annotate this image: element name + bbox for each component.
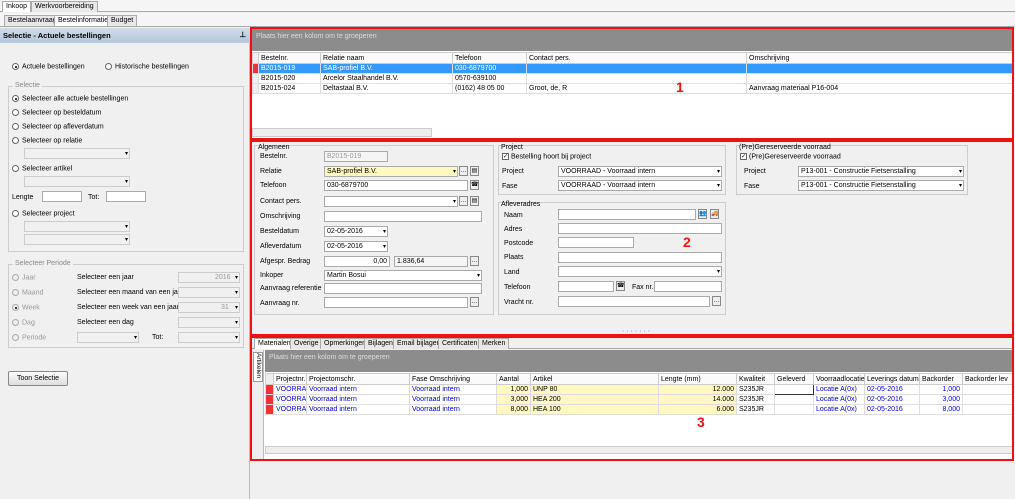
selection-panel: Selectie - Actuele bestellingen ⊥ Actuel… bbox=[0, 28, 250, 499]
dag-desc: Selecteer een dag bbox=[77, 319, 134, 326]
dag-combo[interactable]: ▾ bbox=[178, 317, 240, 328]
radio-off-icon bbox=[12, 210, 19, 217]
chevron-down-icon: ▾ bbox=[234, 275, 238, 281]
lengte-label: Lengte bbox=[12, 194, 34, 201]
radio-off-icon bbox=[12, 137, 19, 144]
tab-budget[interactable]: Budget bbox=[107, 15, 138, 26]
toon-selectie-button[interactable]: Toon Selectie bbox=[8, 371, 68, 386]
radio-on-icon bbox=[12, 304, 19, 311]
chevron-down-icon: ▾ bbox=[124, 237, 128, 243]
radio-on-icon bbox=[12, 95, 19, 102]
radio-off-icon bbox=[105, 63, 112, 70]
periode-group-title: Selecteer Periode bbox=[13, 260, 73, 267]
radio-sel-afleverdatum[interactable]: Selecteer op afleverdatum bbox=[12, 123, 104, 130]
chevron-down-icon: ▾ bbox=[234, 335, 238, 341]
tab-inkoop[interactable]: Inkoop bbox=[2, 1, 32, 12]
radio-on-icon bbox=[12, 63, 19, 70]
radio-off-icon bbox=[12, 109, 19, 116]
fase-combo[interactable]: ▾ bbox=[24, 234, 130, 245]
selectie-group-title: Selectie bbox=[13, 82, 42, 89]
week-label: Week bbox=[22, 304, 40, 312]
jaar-combo[interactable]: 2016 ▾ bbox=[178, 272, 240, 283]
periode-tot-label: Tot: bbox=[152, 334, 164, 341]
radio-sel-artikel[interactable]: Selecteer artikel bbox=[12, 165, 72, 172]
tab-bestelaanvraag[interactable]: Bestelaanvraag bbox=[4, 15, 61, 26]
sel-relatie-label: Selecteer op relatie bbox=[22, 137, 83, 145]
radio-off-icon bbox=[12, 334, 19, 341]
radio-off-icon bbox=[12, 274, 19, 281]
chevron-down-icon: ▾ bbox=[234, 290, 238, 296]
periode-to-combo[interactable]: ▾ bbox=[178, 332, 240, 343]
sel-besteldatum-label: Selecteer op besteldatum bbox=[22, 109, 102, 117]
radio-off-icon bbox=[12, 123, 19, 130]
tot-label: Tot: bbox=[88, 194, 100, 201]
maand-combo[interactable]: ▾ bbox=[178, 287, 240, 298]
selection-panel-title: Selectie - Actuele bestellingen bbox=[3, 31, 111, 40]
chevron-down-icon: ▾ bbox=[234, 320, 238, 326]
periode-from-combo[interactable]: ▾ bbox=[77, 332, 139, 343]
tab-werkvoorbereiding[interactable]: Werkvoorbereiding bbox=[31, 1, 98, 12]
chevron-down-icon: ▾ bbox=[124, 151, 128, 157]
chevron-down-icon: ▾ bbox=[234, 305, 238, 311]
artikel-combo[interactable]: ▾ bbox=[24, 176, 130, 187]
radio-dag[interactable]: Dag bbox=[12, 319, 35, 326]
highlight-box-3 bbox=[250, 336, 1014, 461]
radio-periode[interactable]: Periode bbox=[12, 334, 46, 341]
highlight-box-2 bbox=[250, 140, 1014, 336]
radio-jaar[interactable]: Jaar bbox=[12, 274, 36, 281]
jaar-desc: Selecteer een jaar bbox=[77, 274, 134, 281]
week-combo[interactable]: 31 ▾ bbox=[178, 302, 240, 313]
lengte-from-input[interactable] bbox=[42, 191, 82, 202]
periode-label: Periode bbox=[22, 334, 47, 342]
radio-off-icon bbox=[12, 165, 19, 172]
dag-label: Dag bbox=[22, 319, 35, 327]
radio-actuele-label: Actuele bestellingen bbox=[22, 63, 85, 71]
maand-desc: Selecteer een maand van een jaar bbox=[77, 289, 185, 296]
sel-afleverdatum-label: Selecteer op afleverdatum bbox=[22, 123, 104, 131]
chevron-down-icon: ▾ bbox=[124, 179, 128, 185]
pin-icon[interactable]: ⊥ bbox=[239, 30, 246, 39]
jaar-label: Jaar bbox=[22, 274, 36, 282]
radio-actuele[interactable]: Actuele bestellingen bbox=[12, 63, 85, 70]
week-desc: Selecteer een week van een jaar bbox=[77, 304, 179, 311]
lengte-to-input[interactable] bbox=[106, 191, 146, 202]
radio-sel-relatie[interactable]: Selecteer op relatie bbox=[12, 137, 82, 144]
chevron-down-icon: ▾ bbox=[124, 224, 128, 230]
radio-off-icon bbox=[12, 289, 19, 296]
project-combo[interactable]: ▾ bbox=[24, 221, 130, 232]
radio-sel-alle[interactable]: Selecteer alle actuele bestellingen bbox=[12, 95, 128, 102]
selection-panel-header: Selectie - Actuele bestellingen ⊥ bbox=[0, 28, 250, 43]
main-tabstrip: Inkoop Werkvoorbereiding bbox=[0, 0, 1015, 12]
sel-project-label: Selecteer project bbox=[22, 210, 75, 218]
radio-maand[interactable]: Maand bbox=[12, 289, 43, 296]
sel-artikel-label: Selecteer artikel bbox=[22, 165, 73, 173]
radio-historische[interactable]: Historische bestellingen bbox=[105, 63, 189, 70]
chevron-down-icon: ▾ bbox=[133, 335, 137, 341]
radio-sel-project[interactable]: Selecteer project bbox=[12, 210, 75, 217]
radio-historische-label: Historische bestellingen bbox=[115, 63, 189, 71]
week-value: 31 bbox=[221, 304, 229, 311]
sel-alle-label: Selecteer alle actuele bestellingen bbox=[22, 95, 129, 103]
jaar-value: 2016 bbox=[215, 274, 231, 281]
maand-label: Maand bbox=[22, 289, 44, 297]
tab-bestelinformatie[interactable]: Bestelinformatie bbox=[54, 15, 113, 26]
radio-week[interactable]: Week bbox=[12, 304, 40, 311]
highlight-box-1 bbox=[250, 27, 1014, 140]
radio-sel-besteldatum[interactable]: Selecteer op besteldatum bbox=[12, 109, 101, 116]
relatie-combo[interactable]: ▾ bbox=[24, 148, 130, 159]
sub-tabstrip: Bestelaanvraag Bestelinformatie Budget bbox=[0, 13, 1015, 27]
radio-off-icon bbox=[12, 319, 19, 326]
